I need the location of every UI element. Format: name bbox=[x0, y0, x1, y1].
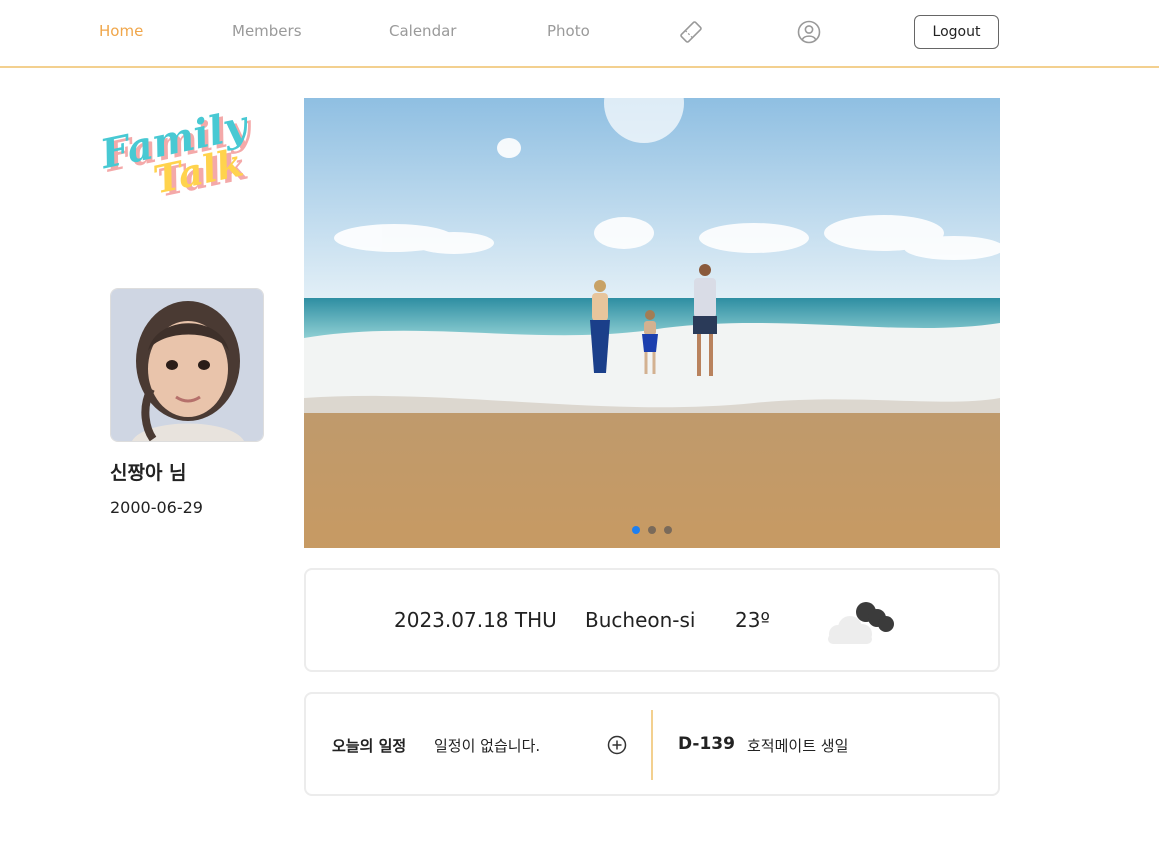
nav-home[interactable]: Home bbox=[99, 22, 143, 40]
beach-family-photo bbox=[304, 98, 1000, 548]
schedule-card: 오늘의 일정 일정이 없습니다. D-139 호적메이트 생일 bbox=[304, 692, 1000, 796]
today-schedule-label: 오늘의 일정 bbox=[332, 737, 407, 755]
nav-photo[interactable]: Photo bbox=[547, 22, 590, 40]
weather-city: Bucheon-si bbox=[585, 608, 696, 632]
weather-temperature: 23º bbox=[735, 608, 770, 632]
top-nav: Home Members Calendar Photo Logout bbox=[0, 0, 1159, 68]
carousel-dot-1[interactable] bbox=[632, 526, 640, 534]
dday-event: 호적메이트 생일 bbox=[747, 737, 849, 755]
logout-button[interactable]: Logout bbox=[914, 15, 999, 49]
dday-count: D-139 bbox=[678, 734, 735, 754]
hero-carousel[interactable] bbox=[304, 98, 1000, 548]
avatar bbox=[110, 288, 264, 442]
ticket-icon[interactable] bbox=[678, 19, 704, 45]
nav-calendar[interactable]: Calendar bbox=[389, 22, 456, 40]
profile-name: 신짱아 님 bbox=[110, 462, 187, 484]
divider bbox=[651, 710, 653, 780]
carousel-dot-3[interactable] bbox=[664, 526, 672, 534]
family-talk-logo[interactable]: Family Family Talk Talk bbox=[96, 95, 281, 206]
plus-circle-icon bbox=[607, 735, 627, 755]
carousel-dots bbox=[304, 526, 1000, 534]
profile-birthdate: 2000-06-29 bbox=[110, 498, 203, 517]
weather-card: 2023.07.18 THU Bucheon-si 23º bbox=[304, 568, 1000, 672]
nav-members[interactable]: Members bbox=[232, 22, 302, 40]
carousel-dot-2[interactable] bbox=[648, 526, 656, 534]
add-schedule-button[interactable] bbox=[606, 734, 628, 756]
weather-date: 2023.07.18 THU bbox=[394, 608, 557, 632]
cloudy-icon bbox=[824, 596, 898, 650]
today-schedule-empty: 일정이 없습니다. bbox=[434, 737, 541, 755]
user-circle-icon[interactable] bbox=[796, 19, 822, 45]
